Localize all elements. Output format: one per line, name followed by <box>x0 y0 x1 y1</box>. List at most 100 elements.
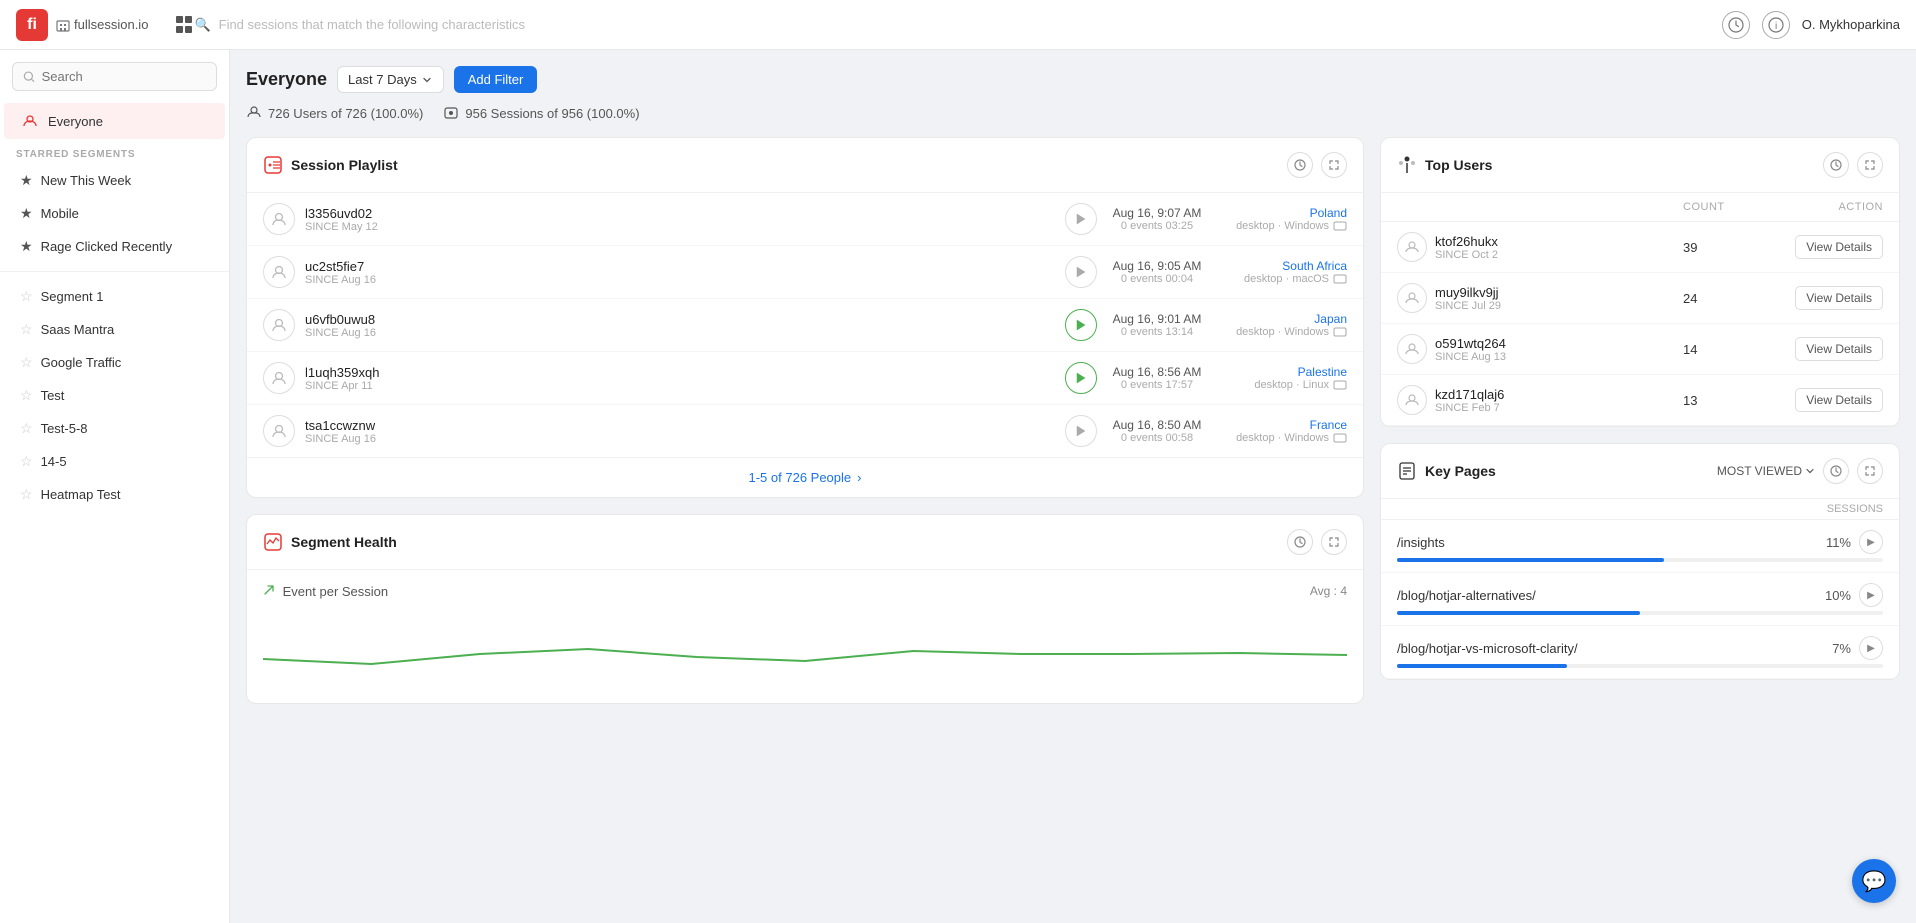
user-id: ktof26hukx <box>1435 234 1498 249</box>
key-pages-controls: MOST VIEWED <box>1717 458 1883 484</box>
sidebar-item-heatmap-test[interactable]: ☆ Heatmap Test <box>4 478 225 511</box>
user-id: kzd171qlaj6 <box>1435 387 1504 402</box>
playlist-icon <box>263 155 283 175</box>
pagination-next[interactable]: › <box>857 470 861 485</box>
page-bar <box>1397 611 1640 615</box>
star-icon-test58: ☆ <box>20 420 33 437</box>
page-bar-bg <box>1397 558 1883 562</box>
session-avatar <box>263 309 295 341</box>
session-id: tsa1ccwznw <box>305 418 1055 433</box>
session-play-button[interactable] <box>1065 256 1097 288</box>
session-country: France <box>1217 418 1347 432</box>
segment-health-history-btn[interactable] <box>1287 529 1313 555</box>
session-rows-container: l3356uvd02 SINCE May 12 Aug 16, 9:07 AM … <box>247 193 1363 457</box>
segment-health-chart <box>263 609 1347 689</box>
page-play-button[interactable]: ▶ <box>1859 583 1883 607</box>
session-time: Aug 16, 9:05 AM 0 events 00:04 <box>1107 259 1207 285</box>
sessions-stats: 956 Sessions of 956 (100.0%) <box>443 105 639 121</box>
page-play-button[interactable]: ▶ <box>1859 530 1883 554</box>
left-column: Session Playlist <box>246 137 1364 704</box>
session-info: tsa1ccwznw SINCE Aug 16 <box>305 418 1055 445</box>
sidebar-item-rage-clicked[interactable]: ★ Rage Clicked Recently <box>4 230 225 263</box>
sidebar-item-14-5[interactable]: ☆ 14-5 <box>4 445 225 478</box>
star-icon-google: ☆ <box>20 354 33 371</box>
segment-health-actions <box>1287 529 1347 555</box>
session-playlist-expand-btn[interactable] <box>1321 152 1347 178</box>
health-icon <box>263 532 283 552</box>
session-playlist-history-btn[interactable] <box>1287 152 1313 178</box>
sidebar-item-saas-mantra[interactable]: ☆ Saas Mantra <box>4 313 225 346</box>
view-details-button[interactable]: View Details <box>1795 388 1883 412</box>
sidebar-item-test-5-8[interactable]: ☆ Test-5-8 <box>4 412 225 445</box>
top-users-history-btn[interactable] <box>1823 152 1849 178</box>
session-playlist-card: Session Playlist <box>246 137 1364 498</box>
session-row: l1uqh359xqh SINCE Apr 11 Aug 16, 8:56 AM… <box>247 352 1363 405</box>
sidebar-item-google-traffic[interactable]: ☆ Google Traffic <box>4 346 225 379</box>
sidebar-item-mobile[interactable]: ★ Mobile <box>4 197 225 230</box>
user-row: muy9ilkv9jj SINCE Jul 29 24 View Details <box>1381 273 1899 324</box>
notifications-icon[interactable] <box>1722 11 1750 39</box>
session-device: desktop · Windows <box>1217 432 1347 444</box>
sidebar-item-everyone[interactable]: Everyone <box>4 103 225 139</box>
sidebar-new-this-week-label: New This Week <box>41 173 132 188</box>
star-icon-mobile: ★ <box>20 205 33 222</box>
sidebar-segment1-label: Segment 1 <box>41 289 104 304</box>
page-pct: 10% <box>1825 588 1851 603</box>
view-details-button[interactable]: View Details <box>1795 235 1883 259</box>
sidebar-rage-label: Rage Clicked Recently <box>41 239 173 254</box>
svg-text:i: i <box>1775 21 1777 32</box>
sidebar-search-wrapper[interactable] <box>12 62 217 91</box>
page-play-button[interactable]: ▶ <box>1859 636 1883 660</box>
sidebar-saas-label: Saas Mantra <box>41 322 115 337</box>
session-playlist-actions <box>1287 152 1347 178</box>
right-column: Top Users COUNT <box>1380 137 1900 704</box>
pagination-row: 1-5 of 726 People › <box>247 457 1363 497</box>
sidebar-google-label: Google Traffic <box>41 355 122 370</box>
add-filter-button[interactable]: Add Filter <box>454 66 538 93</box>
nav-right: i O. Mykhoparkina <box>1722 11 1900 39</box>
sidebar-item-new-this-week[interactable]: ★ New This Week <box>4 164 225 197</box>
session-date: Aug 16, 8:56 AM <box>1107 365 1207 379</box>
user-count: 14 <box>1683 342 1763 357</box>
view-details-button[interactable]: View Details <box>1795 286 1883 310</box>
session-play-button[interactable] <box>1065 362 1097 394</box>
key-pages-history-btn[interactable] <box>1823 458 1849 484</box>
key-pages-expand-btn[interactable] <box>1857 458 1883 484</box>
sidebar-search-input[interactable] <box>42 69 206 84</box>
top-users-title: Top Users <box>1397 155 1492 175</box>
session-since: SINCE Aug 16 <box>305 274 1055 286</box>
session-date: Aug 16, 8:50 AM <box>1107 418 1207 432</box>
session-country: South Africa <box>1217 259 1347 273</box>
page-path: /blog/hotjar-alternatives/ <box>1397 588 1536 603</box>
starred-section-label: STARRED SEGMENTS <box>0 139 229 164</box>
page-bar-bg <box>1397 664 1883 668</box>
info-icon[interactable]: i <box>1762 11 1790 39</box>
page-bar <box>1397 664 1567 668</box>
sidebar-item-segment1[interactable]: ☆ Segment 1 <box>4 280 225 313</box>
grid-icon[interactable] <box>176 16 194 34</box>
session-row: tsa1ccwznw SINCE Aug 16 Aug 16, 8:50 AM … <box>247 405 1363 457</box>
user-info: ktof26hukx SINCE Oct 2 <box>1397 232 1683 262</box>
top-users-expand-btn[interactable] <box>1857 152 1883 178</box>
user-id: muy9ilkv9jj <box>1435 285 1501 300</box>
user-since: SINCE Aug 13 <box>1435 351 1506 363</box>
session-play-button[interactable] <box>1065 203 1097 235</box>
session-play-button[interactable] <box>1065 415 1097 447</box>
sidebar-item-test[interactable]: ☆ Test <box>4 379 225 412</box>
session-playlist-header: Session Playlist <box>247 138 1363 193</box>
most-viewed-dropdown[interactable]: MOST VIEWED <box>1717 464 1815 478</box>
app-layout: Everyone STARRED SEGMENTS ★ New This Wee… <box>0 50 1916 923</box>
view-details-button[interactable]: View Details <box>1795 337 1883 361</box>
logo-area[interactable]: fi fullsession.io <box>16 9 148 41</box>
chat-bubble[interactable]: 💬 <box>1852 859 1896 903</box>
key-pages-title: Key Pages <box>1397 461 1496 481</box>
session-play-button[interactable] <box>1065 309 1097 341</box>
segment-health-expand-btn[interactable] <box>1321 529 1347 555</box>
session-events: 0 events 17:57 <box>1107 379 1207 391</box>
health-metric-row: Event per Session Avg : 4 <box>263 584 1347 599</box>
session-events: 0 events 00:58 <box>1107 432 1207 444</box>
session-time: Aug 16, 9:01 AM 0 events 13:14 <box>1107 312 1207 338</box>
date-filter-dropdown[interactable]: Last 7 Days <box>337 66 444 93</box>
top-users-card: Top Users COUNT <box>1380 137 1900 427</box>
user-info: muy9ilkv9jj SINCE Jul 29 <box>1397 283 1683 313</box>
